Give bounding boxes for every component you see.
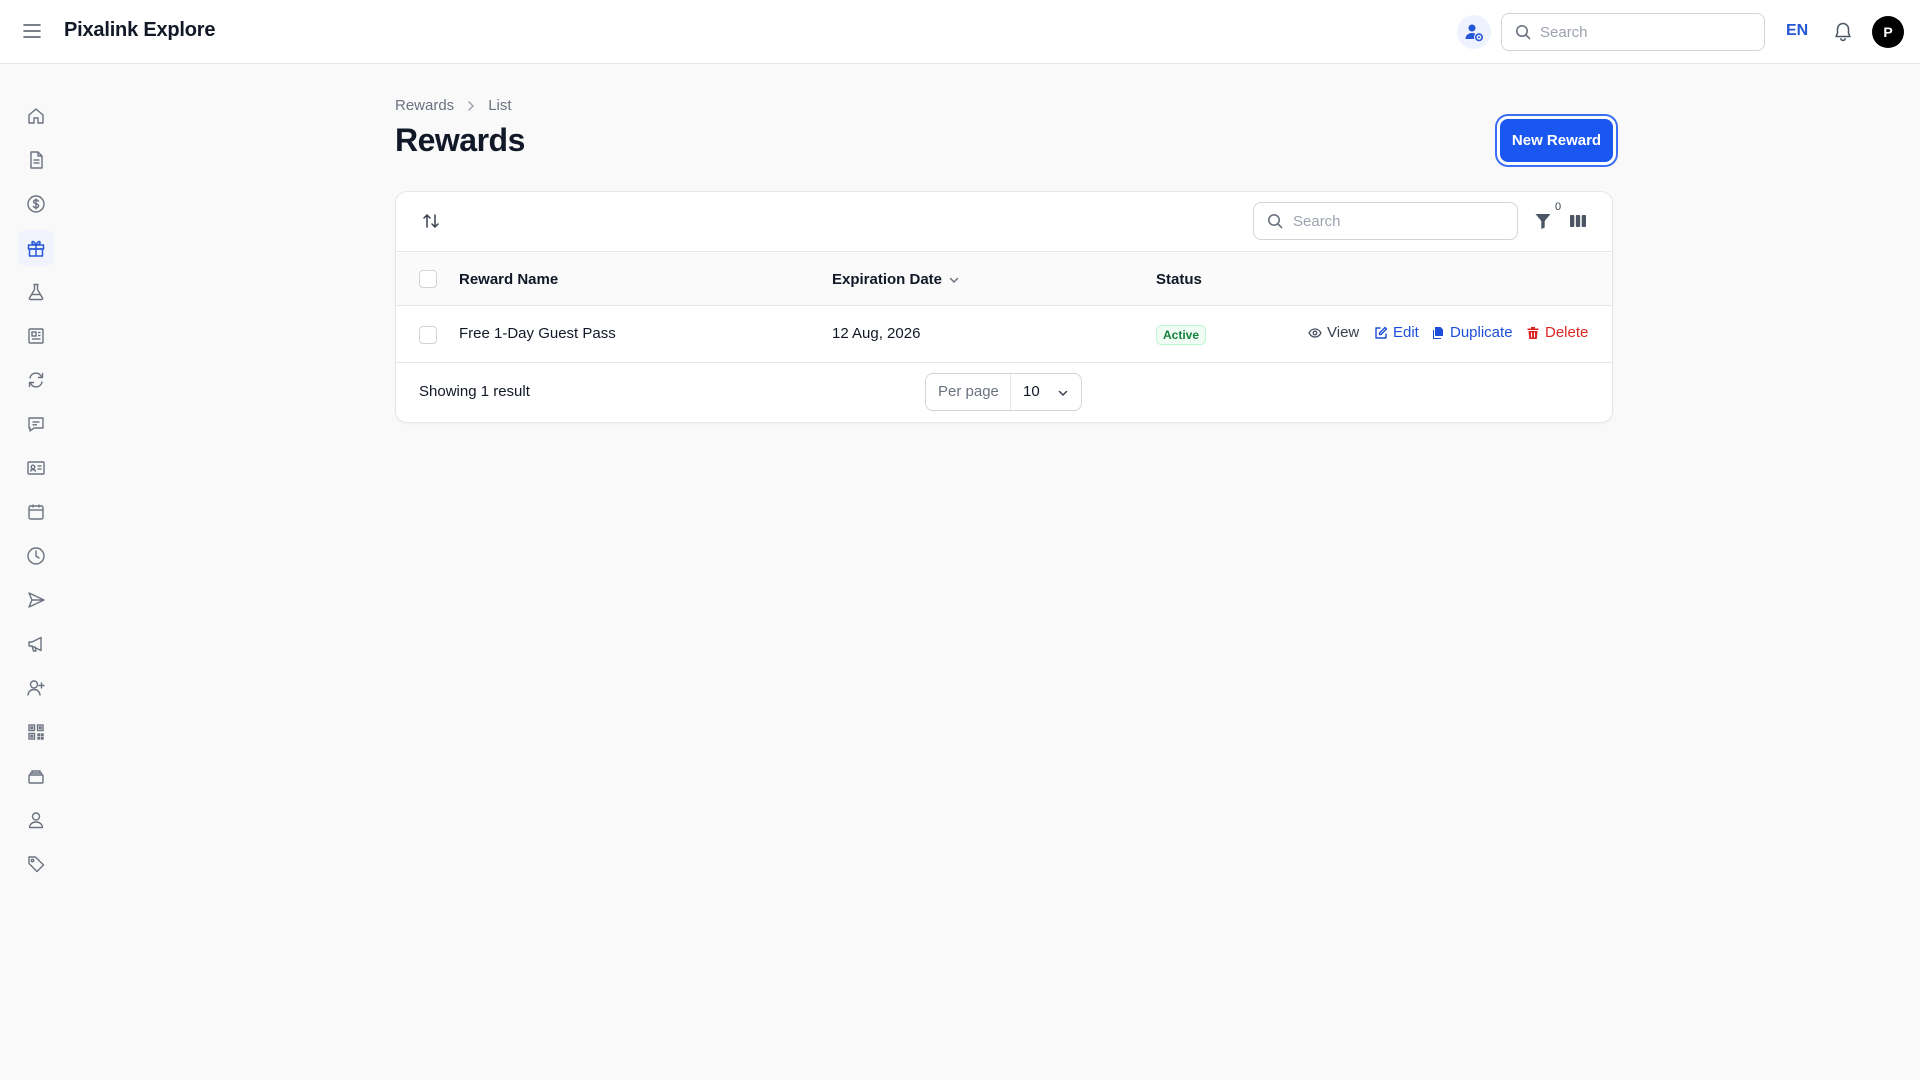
table-search-input[interactable]: [1293, 211, 1503, 231]
column-header-status: Status: [1156, 271, 1202, 288]
user-settings-button[interactable]: [1457, 15, 1491, 49]
notifications-bell-icon[interactable]: [1833, 21, 1853, 43]
table-row: Free 1-Day Guest Pass 12 Aug, 2026 Activ…: [396, 306, 1612, 363]
duplicate-action-label: Duplicate: [1450, 324, 1513, 341]
delete-action-label: Delete: [1545, 324, 1589, 341]
expiration-date-cell: 12 Aug, 2026: [832, 325, 921, 342]
sidebar-nav: [0, 64, 72, 1080]
clock-icon: [27, 547, 45, 565]
table-header: Reward Name Expiration Date Status: [396, 253, 1612, 306]
tag-icon: [28, 856, 45, 873]
home-icon: [28, 108, 44, 124]
duplicate-action[interactable]: Duplicate: [1431, 324, 1513, 341]
id-card-icon: [27, 461, 45, 475]
sidebar-item-rewards[interactable]: [18, 230, 54, 266]
dollar-icon: [27, 195, 45, 213]
inbox-stack-icon: [28, 770, 44, 784]
chevron-down-icon: [949, 277, 959, 283]
table-search[interactable]: [1253, 202, 1518, 240]
menu-icon[interactable]: [22, 21, 46, 43]
sidebar-item-calendar[interactable]: [18, 494, 54, 530]
sidebar-item-sync[interactable]: [18, 362, 54, 398]
per-page-control: Per page 10: [925, 373, 1082, 411]
user-gear-icon: [1465, 24, 1484, 42]
top-bar: Pixalink Explore EN P: [0, 0, 1920, 64]
user-avatar[interactable]: P: [1872, 16, 1904, 48]
megaphone-icon: [28, 636, 42, 652]
column-header-expiration-label: Expiration Date: [832, 271, 943, 288]
delete-action[interactable]: Delete: [1526, 324, 1588, 341]
eye-icon: [1308, 327, 1322, 338]
sidebar-item-tags[interactable]: [18, 846, 54, 882]
chat-icon: [28, 417, 44, 432]
column-header-reward-name: Reward Name: [459, 271, 559, 288]
sidebar-item-invite[interactable]: [18, 670, 54, 706]
language-switcher[interactable]: EN: [1786, 22, 1808, 40]
column-header-expiration-date[interactable]: Expiration Date: [832, 271, 960, 288]
calendar-icon: [28, 504, 44, 520]
qr-code-icon: [28, 724, 44, 740]
sidebar-item-inventory[interactable]: [18, 758, 54, 794]
search-icon: [1516, 25, 1531, 40]
filter-count-badge: 0: [1555, 201, 1562, 213]
sort-arrows-icon[interactable]: [421, 211, 441, 231]
row-checkbox[interactable]: [419, 326, 437, 344]
sidebar-item-payments[interactable]: [18, 186, 54, 222]
sidebar-item-members[interactable]: [18, 450, 54, 486]
trash-icon: [1527, 326, 1539, 339]
sidebar-item-news[interactable]: [18, 318, 54, 354]
table-footer: Showing 1 result Per page 10: [396, 363, 1612, 423]
refresh-icon: [28, 372, 44, 388]
results-count: Showing 1 result: [419, 383, 530, 400]
breadcrumb-current: List: [488, 97, 512, 114]
table-toolbar: 0: [396, 192, 1612, 252]
per-page-label: Per page: [926, 374, 1011, 410]
user-icon: [28, 812, 44, 829]
chevron-right-icon: [466, 100, 476, 112]
reward-name-cell: Free 1-Day Guest Pass: [459, 325, 616, 342]
app-title: Pixalink Explore: [64, 19, 216, 41]
sidebar-item-lab[interactable]: [18, 274, 54, 310]
view-action[interactable]: View: [1308, 324, 1359, 341]
document-icon: [30, 151, 43, 169]
status-badge: Active: [1156, 325, 1207, 345]
send-icon: [28, 592, 45, 608]
breadcrumb-rewards-link[interactable]: Rewards: [395, 97, 454, 114]
sidebar-item-documents[interactable]: [18, 142, 54, 178]
edit-action-label: Edit: [1393, 324, 1419, 341]
per-page-select[interactable]: 10: [1011, 374, 1081, 410]
sidebar-item-history[interactable]: [18, 538, 54, 574]
user-plus-icon: [27, 680, 45, 696]
sidebar-item-send[interactable]: [18, 582, 54, 618]
search-icon: [1268, 214, 1283, 229]
sidebar-item-messages[interactable]: [18, 406, 54, 442]
sidebar-item-campaigns[interactable]: [18, 626, 54, 662]
breadcrumb: Rewards List: [395, 97, 512, 114]
sidebar-item-profile[interactable]: [18, 802, 54, 838]
columns-icon[interactable]: [1569, 212, 1587, 230]
sidebar-item-home[interactable]: [18, 98, 54, 134]
global-search[interactable]: [1501, 13, 1765, 51]
edit-action[interactable]: Edit: [1374, 324, 1419, 341]
filter-icon[interactable]: [1534, 212, 1552, 230]
edit-icon: [1375, 326, 1388, 339]
flask-icon: [28, 283, 44, 301]
view-action-label: View: [1327, 324, 1360, 341]
per-page-value: 10: [1023, 383, 1040, 400]
page-title: Rewards: [395, 122, 525, 158]
rewards-table-card: 0 Reward Name Expiration Date Status Fre…: [395, 191, 1613, 423]
newspaper-icon: [28, 328, 44, 344]
global-search-input[interactable]: [1540, 22, 1750, 42]
chevron-down-icon: [1058, 390, 1068, 397]
new-reward-button[interactable]: New Reward: [1500, 119, 1613, 162]
gift-icon: [27, 240, 45, 257]
sidebar-item-qr-codes[interactable]: [18, 714, 54, 750]
select-all-checkbox[interactable]: [419, 270, 437, 288]
duplicate-icon: [1433, 326, 1443, 339]
